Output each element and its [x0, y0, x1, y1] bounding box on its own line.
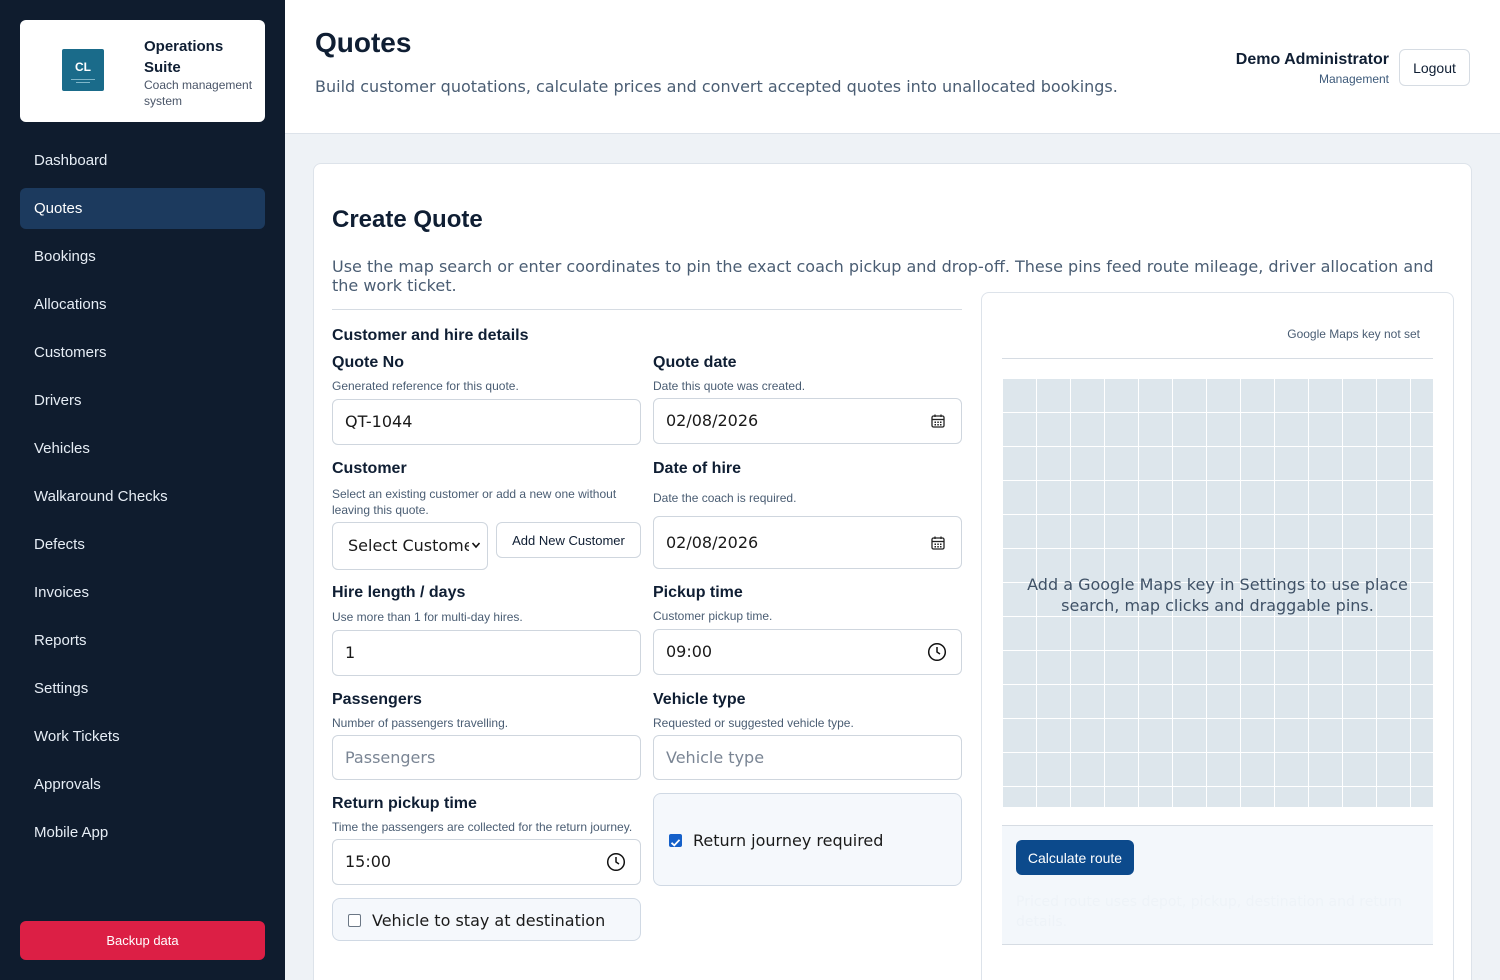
create-quote-description: Use the map search or enter coordinates … [332, 257, 1434, 295]
pickup-time-label: Pickup time [653, 584, 743, 601]
date-of-hire-label: Date of hire [653, 460, 742, 477]
page-subtitle: Build customer quotations, calculate pri… [315, 77, 1118, 96]
passengers-input[interactable]: Passengers [332, 735, 641, 780]
customer-label: Customer [332, 460, 407, 477]
add-new-customer-button[interactable]: Add New Customer [496, 522, 641, 558]
passengers-label: Passengers [332, 691, 422, 708]
map-key-status: Google Maps key not set [1287, 327, 1420, 341]
sidebar-item-vehicles[interactable]: Vehicles [20, 428, 265, 469]
map-message: Add a Google Maps key in Settings to use… [1027, 575, 1408, 615]
logo-underline [71, 79, 95, 80]
stay-at-destination-checkbox[interactable] [348, 914, 361, 927]
quote-no-help: Generated reference for this quote. [332, 379, 519, 393]
page-title: Quotes [315, 27, 412, 58]
hire-length-label: Hire length / days [332, 584, 466, 601]
logo: CL [62, 49, 104, 91]
calendar-icon[interactable] [929, 534, 947, 552]
sidebar: CL Operations Suite Coach management sys… [0, 0, 285, 980]
route-note: Priced route uses depot, pickup, destina… [1016, 894, 1403, 930]
calculate-route-button[interactable]: Calculate route [1016, 840, 1134, 875]
section-title: Customer and hire details [332, 327, 529, 344]
sidebar-item-customers[interactable]: Customers [20, 332, 265, 373]
quote-date-label: Quote date [653, 354, 737, 371]
sidebar-item-allocations[interactable]: Allocations [20, 284, 265, 325]
stay-at-destination-panel: Vehicle to stay at destination [332, 898, 641, 941]
map-area[interactable]: Add a Google Maps key in Settings to use… [1002, 378, 1433, 807]
return-journey-checkbox[interactable] [669, 834, 682, 847]
sidebar-item-defects[interactable]: Defects [20, 524, 265, 565]
return-journey-label: Return journey required [693, 831, 884, 850]
return-pickup-time-input[interactable]: 15:00 [332, 839, 641, 885]
brand-name: Operations Suite [144, 38, 224, 76]
customer-help: Select an existing customer or add a new… [332, 487, 617, 517]
hire-length-input[interactable]: 1 [332, 630, 641, 676]
user-name: Demo Administrator [1235, 51, 1389, 68]
sidebar-item-quotes[interactable]: Quotes [20, 188, 265, 229]
brand-card: CL Operations Suite Coach management sys… [20, 20, 265, 122]
page-header: Quotes Build customer quotations, calcul… [285, 0, 1500, 134]
map-divider [1002, 358, 1433, 359]
sidebar-item-reports[interactable]: Reports [20, 620, 265, 661]
logout-button[interactable]: Logout [1399, 49, 1470, 86]
vehicle-type-help: Requested or suggested vehicle type. [653, 716, 854, 730]
section-divider [332, 309, 962, 310]
clock-icon[interactable] [927, 642, 947, 662]
user-role: Management [1318, 72, 1389, 86]
quote-no-label: Quote No [332, 354, 404, 371]
vehicle-type-input[interactable]: Vehicle type [653, 735, 962, 780]
hire-length-help: Use more than 1 for multi-day hires. [332, 610, 523, 624]
sidebar-nav: Dashboard Quotes Bookings Allocations Cu… [20, 140, 265, 860]
sidebar-item-settings[interactable]: Settings [20, 668, 265, 709]
logo-text: CL [75, 60, 91, 74]
sidebar-item-bookings[interactable]: Bookings [20, 236, 265, 277]
brand-subtitle: Coach management system [144, 78, 253, 108]
pickup-time-input[interactable]: 09:00 [653, 629, 962, 675]
vehicle-type-label: Vehicle type [653, 691, 746, 708]
create-quote-title: Create Quote [332, 206, 483, 233]
sidebar-item-approvals[interactable]: Approvals [20, 764, 265, 805]
logo-underline-short [76, 82, 90, 83]
sidebar-item-mobile-app[interactable]: Mobile App [20, 812, 265, 853]
date-of-hire-input[interactable]: 02/08/2026 [653, 516, 962, 569]
return-pickup-time-label: Return pickup time [332, 795, 477, 812]
sidebar-item-dashboard[interactable]: Dashboard [20, 140, 265, 181]
quote-date-input[interactable]: 02/08/2026 [653, 398, 962, 444]
create-quote-card: Create Quote Use the map search or enter… [313, 163, 1472, 980]
customer-select[interactable]: Select Customer [332, 522, 488, 570]
chevron-down-icon [469, 523, 481, 569]
quote-date-help: Date this quote was created. [653, 379, 806, 393]
pickup-time-help: Customer pickup time. [653, 609, 773, 623]
map-panel: Google Maps key not set Add a Google Map… [981, 292, 1454, 980]
return-pickup-time-help: Time the passengers are collected for th… [332, 820, 633, 834]
sidebar-item-drivers[interactable]: Drivers [20, 380, 265, 421]
sidebar-item-work-tickets[interactable]: Work Tickets [20, 716, 265, 757]
clock-icon[interactable] [606, 852, 626, 872]
sidebar-item-invoices[interactable]: Invoices [20, 572, 265, 613]
sidebar-item-walkaround-checks[interactable]: Walkaround Checks [20, 476, 265, 517]
passengers-help: Number of passengers travelling. [332, 716, 509, 730]
return-journey-panel: Return journey required [653, 793, 962, 886]
date-of-hire-help: Date the coach is required. [653, 491, 797, 505]
quote-no-input[interactable]: QT-1044 [332, 399, 641, 445]
check-icon [670, 839, 681, 847]
route-divider [1002, 944, 1433, 945]
calendar-icon[interactable] [929, 412, 947, 430]
route-box: Calculate route Priced route uses depot,… [1002, 825, 1433, 944]
stay-at-destination-label: Vehicle to stay at destination [372, 911, 606, 930]
backup-data-button[interactable]: Backup data [20, 921, 265, 960]
